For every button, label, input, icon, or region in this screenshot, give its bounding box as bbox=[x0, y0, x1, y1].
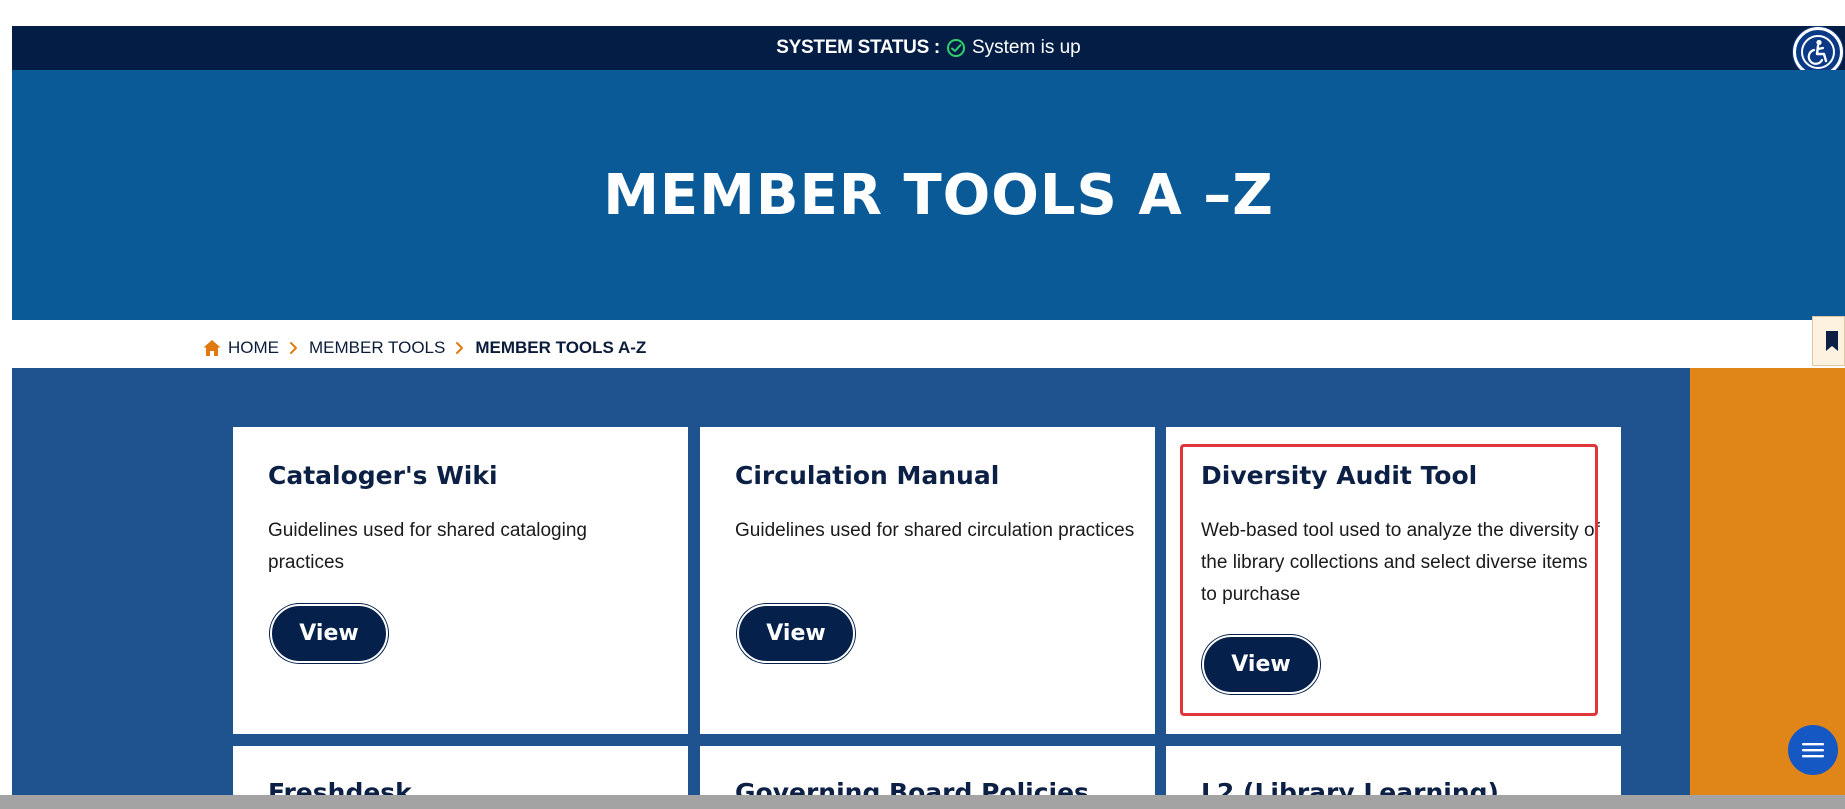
card-circulation-manual: Circulation Manual Guidelines used for s… bbox=[700, 427, 1155, 734]
status-label: SYSTEM STATUS : bbox=[776, 37, 940, 58]
breadcrumb: HOME MEMBER TOOLS MEMBER TOOLS A-Z bbox=[202, 334, 646, 362]
card-catalogers-wiki: Cataloger's Wiki Guidelines used for sha… bbox=[233, 427, 688, 734]
breadcrumb-member-tools[interactable]: MEMBER TOOLS bbox=[309, 338, 445, 358]
view-button[interactable]: View bbox=[270, 604, 388, 663]
check-circle-icon bbox=[946, 39, 965, 57]
hero-banner: MEMBER TOOLS A –Z bbox=[12, 70, 1845, 320]
view-button[interactable]: View bbox=[737, 604, 855, 663]
chevron-right-icon bbox=[456, 342, 464, 354]
breadcrumb-current: MEMBER TOOLS A-Z bbox=[475, 338, 647, 357]
highlight-box bbox=[1180, 444, 1598, 716]
accessibility-icon bbox=[1801, 35, 1835, 69]
card-title[interactable]: Circulation Manual bbox=[735, 461, 999, 490]
bookmark-button[interactable] bbox=[1812, 316, 1845, 366]
card-description: Guidelines used for shared cataloging pr… bbox=[268, 520, 587, 573]
menu-button[interactable] bbox=[1788, 725, 1838, 775]
horizontal-scrollbar[interactable] bbox=[0, 795, 1845, 809]
status-text: System is up bbox=[971, 37, 1081, 58]
bookmark-icon bbox=[1826, 331, 1838, 351]
card-title[interactable]: Cataloger's Wiki bbox=[268, 461, 498, 490]
chevron-right-icon bbox=[290, 342, 297, 354]
top-strip bbox=[0, 0, 1845, 26]
page-title: MEMBER TOOLS A –Z bbox=[603, 162, 1274, 228]
home-icon[interactable] bbox=[202, 338, 222, 358]
breadcrumb-home[interactable]: HOME bbox=[228, 338, 279, 358]
system-status-bar: SYSTEM STATUS : System is up bbox=[12, 26, 1845, 70]
hamburger-menu-icon bbox=[1802, 743, 1824, 758]
card-description: Guidelines used for shared circulation p… bbox=[735, 520, 1135, 541]
